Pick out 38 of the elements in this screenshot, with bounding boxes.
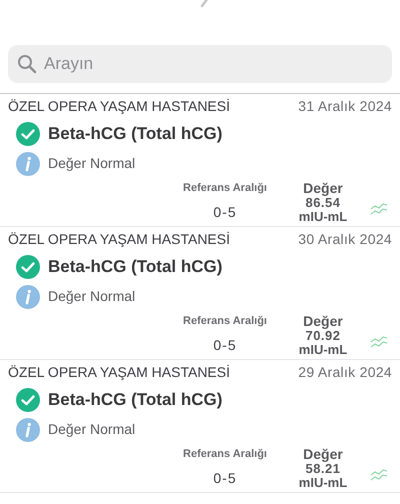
hospital-name: ÖZEL OPERA YAŞAM HASTANESİ bbox=[8, 230, 230, 248]
range-label: Referans Aralığı bbox=[183, 180, 267, 196]
info-icon bbox=[16, 284, 40, 308]
result-value: 70.92 bbox=[305, 328, 341, 342]
result-date: 30 Aralık 2024 bbox=[298, 230, 392, 248]
result-unit: mIU-mL bbox=[298, 476, 348, 490]
value-label: Değer bbox=[303, 446, 343, 462]
trend-chart-icon[interactable] bbox=[370, 202, 388, 216]
result-unit: mIU-mL bbox=[298, 342, 348, 356]
result-date: 31 Aralık 2024 bbox=[298, 97, 392, 115]
range-value: 0-5 bbox=[213, 468, 237, 488]
result-value: 86.54 bbox=[305, 196, 341, 210]
range-value: 0-5 bbox=[213, 202, 237, 222]
hospital-name: ÖZEL OPERA YAŞAM HASTANESİ bbox=[8, 363, 230, 381]
result-unit: mIU-mL bbox=[298, 210, 348, 224]
info-icon bbox=[16, 418, 40, 442]
status-text: Değer Normal bbox=[48, 287, 136, 306]
value-label: Değer bbox=[303, 180, 343, 196]
range-label: Referans Aralığı bbox=[183, 314, 267, 328]
trend-chart-icon[interactable] bbox=[370, 334, 388, 348]
test-name: Beta-hCG (Total hCG) bbox=[48, 389, 222, 411]
test-name: Beta-hCG (Total hCG) bbox=[48, 256, 222, 278]
info-icon bbox=[16, 152, 40, 176]
trend-chart-icon[interactable] bbox=[370, 468, 388, 482]
status-text: Değer Normal bbox=[48, 154, 136, 173]
test-name: Beta-hCG (Total hCG) bbox=[48, 123, 222, 145]
result-value: 58.21 bbox=[305, 462, 341, 476]
search-icon bbox=[17, 54, 37, 74]
check-icon bbox=[16, 388, 40, 412]
value-label: Değer bbox=[303, 312, 343, 328]
range-label: Referans Aralığı bbox=[183, 446, 267, 462]
check-icon bbox=[16, 122, 40, 146]
result-date: 29 Aralık 2024 bbox=[298, 363, 392, 381]
hospital-name: ÖZEL OPERA YAŞAM HASTANESİ bbox=[8, 97, 230, 115]
check-icon bbox=[16, 254, 40, 279]
range-value: 0-5 bbox=[213, 336, 237, 354]
search-field[interactable]: Arayın bbox=[8, 45, 392, 83]
status-text: Değer Normal bbox=[48, 420, 136, 439]
